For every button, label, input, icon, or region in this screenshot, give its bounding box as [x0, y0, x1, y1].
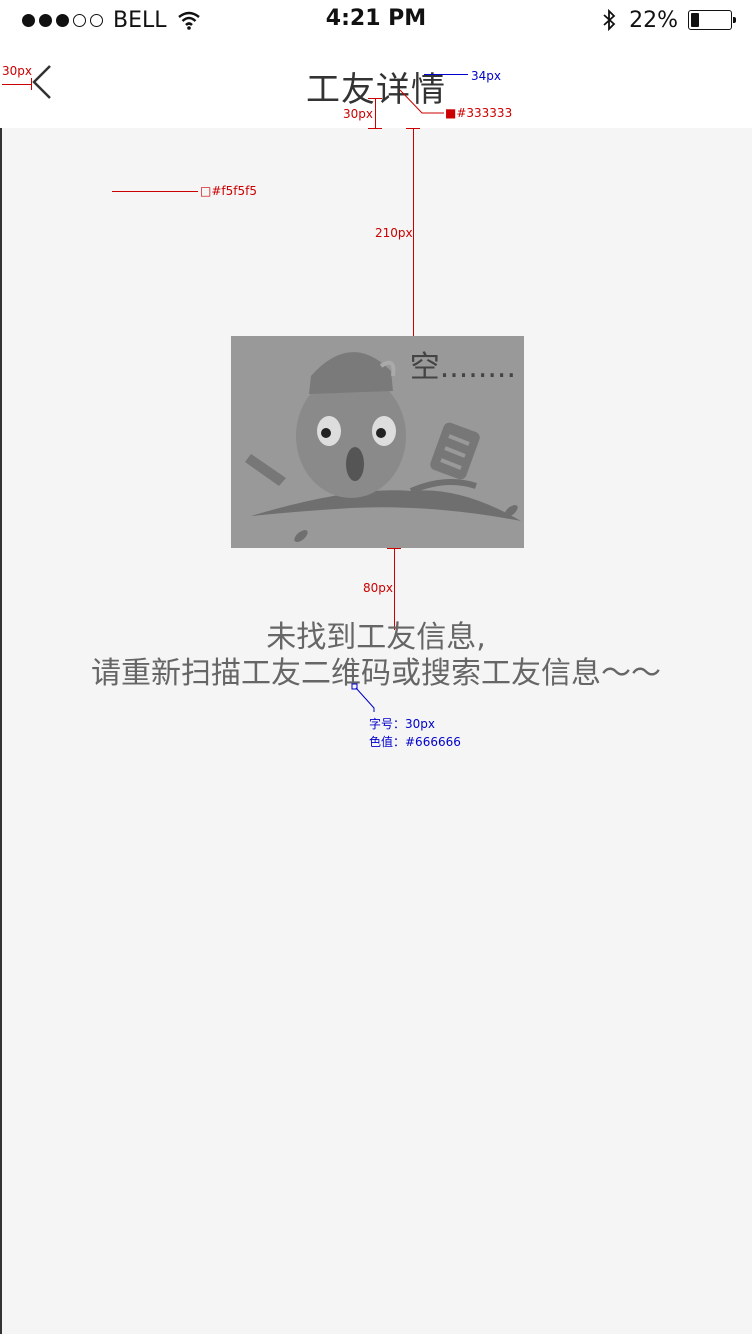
navigation-bar: 工友详情 — [0, 40, 752, 128]
empty-message-line1: 未找到工友信息, — [266, 620, 486, 655]
bluetooth-icon — [603, 9, 616, 31]
title-gap-line — [375, 98, 376, 128]
title-font-annotation: 34px — [471, 69, 501, 83]
title-gap-annotation: 30px — [343, 107, 373, 121]
font-spec-leader — [351, 683, 375, 712]
page-title: 工友详情 — [306, 70, 446, 110]
battery-fill — [691, 13, 699, 27]
bottom-spacing-tick — [387, 548, 401, 549]
title-color-leader — [399, 89, 444, 114]
left-margin-annotation: 30px — [2, 64, 32, 78]
font-color-annotation: 色值：#666666 — [369, 735, 461, 749]
battery-icon — [688, 10, 736, 30]
font-size-annotation: 字号：30px — [369, 717, 435, 731]
left-margin-line — [2, 84, 32, 85]
empty-state-illustration: 空........ — [231, 336, 524, 548]
status-right: 22% — [601, 7, 736, 33]
top-spacing-line — [413, 128, 414, 338]
title-gap-tick-top — [368, 98, 382, 99]
top-spacing-annotation: 210px — [375, 226, 413, 240]
title-color-annotation: ■#333333 — [445, 106, 513, 120]
bottom-spacing-line — [394, 548, 395, 630]
battery-percent: 22% — [629, 7, 678, 33]
left-margin-tick — [31, 78, 32, 90]
status-bar: BELL 4:21 PM 22% — [0, 0, 752, 40]
bg-color-line — [112, 191, 198, 192]
empty-label: 空........ — [409, 350, 516, 385]
bg-color-annotation: □#f5f5f5 — [200, 184, 257, 198]
title-gap-tick-bottom — [368, 128, 382, 129]
top-spacing-tick-top — [406, 128, 420, 129]
title-font-line — [424, 74, 468, 75]
bottom-spacing-annotation: 80px — [363, 581, 393, 595]
